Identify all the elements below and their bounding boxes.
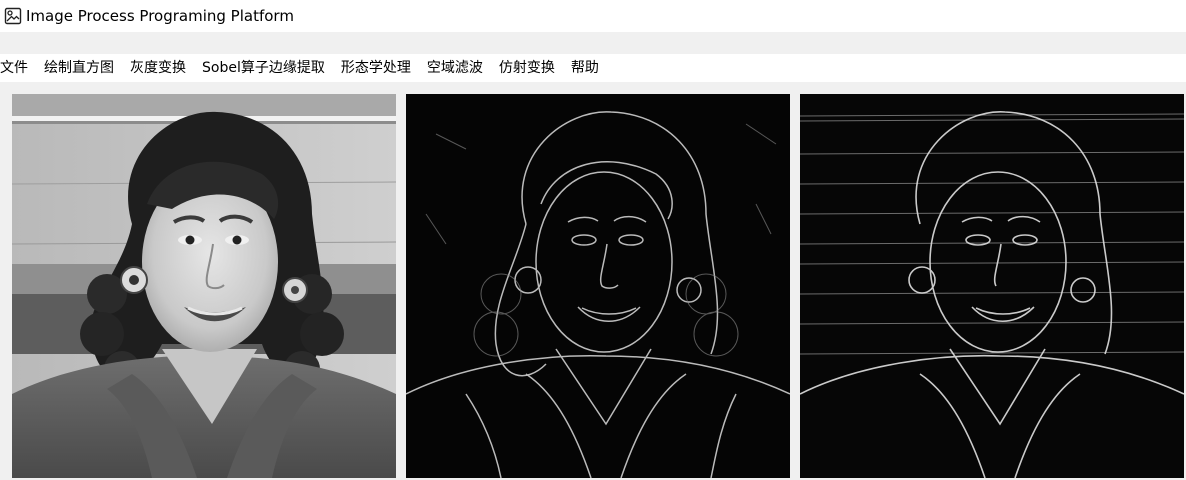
toolbar-strip: [0, 32, 1186, 54]
menu-sobel-edge[interactable]: Sobel算子边缘提取: [194, 54, 333, 82]
edge-image-right: [800, 94, 1184, 478]
menu-gray-transform[interactable]: 灰度变换: [122, 54, 194, 82]
menu-morphology[interactable]: 形态学处理: [333, 54, 419, 82]
menu-draw-histogram[interactable]: 绘制直方图: [36, 54, 122, 82]
window-title: Image Process Programing Platform: [26, 7, 294, 25]
menu-affine-transform[interactable]: 仿射变换: [491, 54, 563, 82]
menu-file[interactable]: 文件: [0, 54, 36, 82]
app-window: Image Process Programing Platform 文件 绘制直…: [0, 0, 1186, 480]
menu-bar: 文件 绘制直方图 灰度变换 Sobel算子边缘提取 形态学处理 空域滤波 仿射变…: [0, 54, 1186, 82]
title-bar: Image Process Programing Platform: [0, 0, 1186, 32]
image-display-area: [0, 82, 1186, 480]
app-image-icon: [4, 7, 22, 25]
menu-help[interactable]: 帮助: [563, 54, 607, 82]
menu-spatial-filter[interactable]: 空域滤波: [419, 54, 491, 82]
original-image: [12, 94, 396, 478]
edge-image-left: [406, 94, 790, 478]
